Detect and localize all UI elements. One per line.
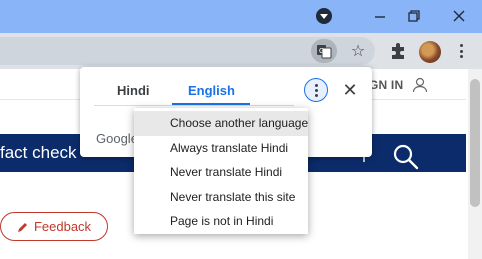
feedback-button[interactable]: Feedback (0, 212, 108, 241)
scrollbar-thumb[interactable] (470, 79, 480, 207)
nav-link-fact-check[interactable]: fact check (0, 143, 77, 163)
translate-icon[interactable]: G (311, 39, 337, 63)
minimize-icon[interactable] (373, 10, 387, 24)
svg-text:G: G (319, 48, 324, 55)
person-icon[interactable] (412, 77, 428, 93)
translate-options-menu: Choose another language Always translate… (134, 108, 308, 234)
browser-window: G ☆ GN IN fact check Feedback Hindi Engl… (0, 0, 482, 259)
sign-in-link[interactable]: GN IN (369, 78, 403, 92)
title-bar (0, 0, 482, 33)
google-attribution: Google (96, 131, 138, 146)
menu-item-choose-language[interactable]: Choose another language (134, 111, 308, 136)
tab-english[interactable]: English (188, 83, 235, 98)
menu-item-always-translate[interactable]: Always translate Hindi (134, 136, 308, 161)
restore-icon[interactable] (407, 9, 421, 23)
menu-item-not-in-language[interactable]: Page is not in Hindi (134, 209, 308, 234)
puzzle-icon[interactable] (388, 41, 408, 61)
tab-english-indicator (172, 103, 250, 105)
star-icon[interactable]: ☆ (347, 40, 369, 62)
kebab-icon[interactable] (456, 41, 466, 61)
search-icon[interactable] (392, 143, 420, 171)
profile-dropdown-icon[interactable] (316, 8, 332, 24)
kebab-icon (314, 83, 318, 87)
close-window-icon[interactable] (452, 9, 466, 23)
tab-divider (94, 105, 294, 106)
toolbar: G ☆ (0, 33, 482, 69)
close-icon[interactable]: ✕ (340, 80, 360, 100)
pencil-icon (17, 222, 27, 232)
options-menu-button[interactable] (304, 78, 328, 102)
menu-item-never-translate-site[interactable]: Never translate this site (134, 185, 308, 210)
feedback-label: Feedback (33, 219, 92, 234)
tab-hindi[interactable]: Hindi (117, 83, 150, 98)
avatar[interactable] (419, 41, 441, 63)
menu-item-never-translate-language[interactable]: Never translate Hindi (134, 160, 308, 185)
